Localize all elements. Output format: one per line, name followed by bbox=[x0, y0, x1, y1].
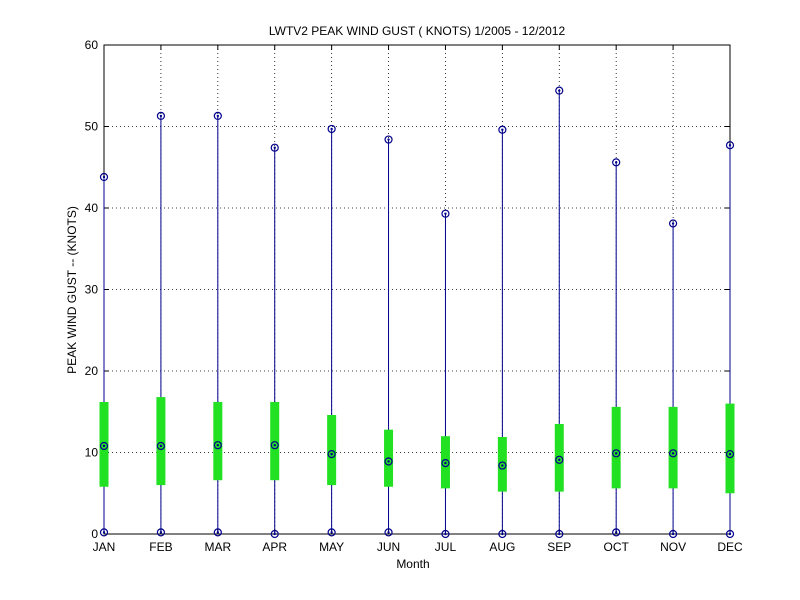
min-marker-dot bbox=[273, 532, 276, 536]
box-iqr bbox=[156, 397, 166, 486]
max-marker-dot bbox=[558, 89, 561, 92]
max-marker-dot bbox=[614, 161, 618, 164]
min-marker-dot bbox=[330, 531, 333, 534]
chart-title: LWTV2 PEAK WIND GUST ( KNOTS) 1/2005 - 1… bbox=[269, 24, 566, 38]
y-tick-label: 10 bbox=[85, 446, 99, 460]
min-marker-dot bbox=[216, 531, 220, 534]
min-marker-dot bbox=[387, 531, 390, 534]
x-axis-label: Month bbox=[396, 557, 429, 571]
min-marker-dot bbox=[671, 532, 675, 536]
median-marker-dot bbox=[728, 452, 732, 456]
median-marker-dot bbox=[159, 444, 163, 448]
y-tick-label: 20 bbox=[85, 364, 99, 378]
median-marker-dot bbox=[614, 452, 618, 455]
box-iqr bbox=[725, 403, 735, 494]
y-axis-label: PEAK WIND GUST -- (KNOTS) bbox=[65, 206, 79, 374]
x-tick-label: SEP bbox=[547, 540, 571, 554]
y-tick-label: 40 bbox=[85, 201, 99, 215]
max-marker-dot bbox=[216, 114, 220, 118]
max-marker-dot bbox=[501, 128, 504, 131]
max-marker-dot bbox=[273, 146, 276, 149]
min-marker-dot bbox=[159, 531, 163, 534]
max-marker-dot bbox=[671, 222, 675, 225]
max-marker-dot bbox=[728, 144, 732, 147]
x-tick-label: FEB bbox=[149, 540, 172, 554]
median-marker-dot bbox=[216, 443, 220, 447]
max-marker-dot bbox=[330, 127, 333, 131]
median-marker-dot bbox=[330, 452, 333, 456]
min-marker-dot bbox=[102, 531, 106, 534]
box-iqr bbox=[668, 406, 678, 489]
x-tick-label: MAY bbox=[319, 540, 344, 554]
x-tick-label: DEC bbox=[717, 540, 743, 554]
max-marker-dot bbox=[444, 212, 447, 215]
max-marker-dot bbox=[102, 175, 106, 179]
x-tick-label: NOV bbox=[660, 540, 686, 554]
min-marker-dot bbox=[558, 532, 561, 536]
min-marker-dot bbox=[501, 532, 504, 536]
median-marker-dot bbox=[444, 461, 447, 465]
max-marker-dot bbox=[159, 114, 163, 118]
x-tick-label: MAR bbox=[204, 540, 231, 554]
min-marker-dot bbox=[614, 531, 618, 534]
max-marker-dot bbox=[387, 138, 390, 141]
median-marker-dot bbox=[273, 443, 276, 447]
y-tick-label: 60 bbox=[85, 38, 99, 52]
y-tick-label: 50 bbox=[85, 120, 99, 134]
y-tick-label: 30 bbox=[85, 283, 99, 297]
median-marker-dot bbox=[102, 444, 106, 448]
min-marker-dot bbox=[728, 532, 732, 536]
background bbox=[0, 0, 800, 600]
x-tick-label: APR bbox=[262, 540, 287, 554]
median-marker-dot bbox=[671, 452, 675, 455]
x-tick-label: JUL bbox=[435, 540, 457, 554]
min-marker-dot bbox=[444, 532, 447, 536]
x-tick-label: JAN bbox=[93, 540, 116, 554]
median-marker-dot bbox=[558, 458, 561, 462]
y-tick-label: 0 bbox=[91, 527, 98, 541]
median-marker-dot bbox=[501, 464, 504, 467]
x-tick-label: OCT bbox=[604, 540, 630, 554]
median-marker-dot bbox=[387, 460, 390, 463]
box-plot-chart: 0 10 20 30 40 50 60 JAN FEB MAR APR MAY JUN JUL AUG SE… bbox=[0, 0, 800, 600]
box-iqr bbox=[611, 406, 621, 489]
x-tick-label: JUN bbox=[377, 540, 400, 554]
x-tick-label: AUG bbox=[489, 540, 515, 554]
